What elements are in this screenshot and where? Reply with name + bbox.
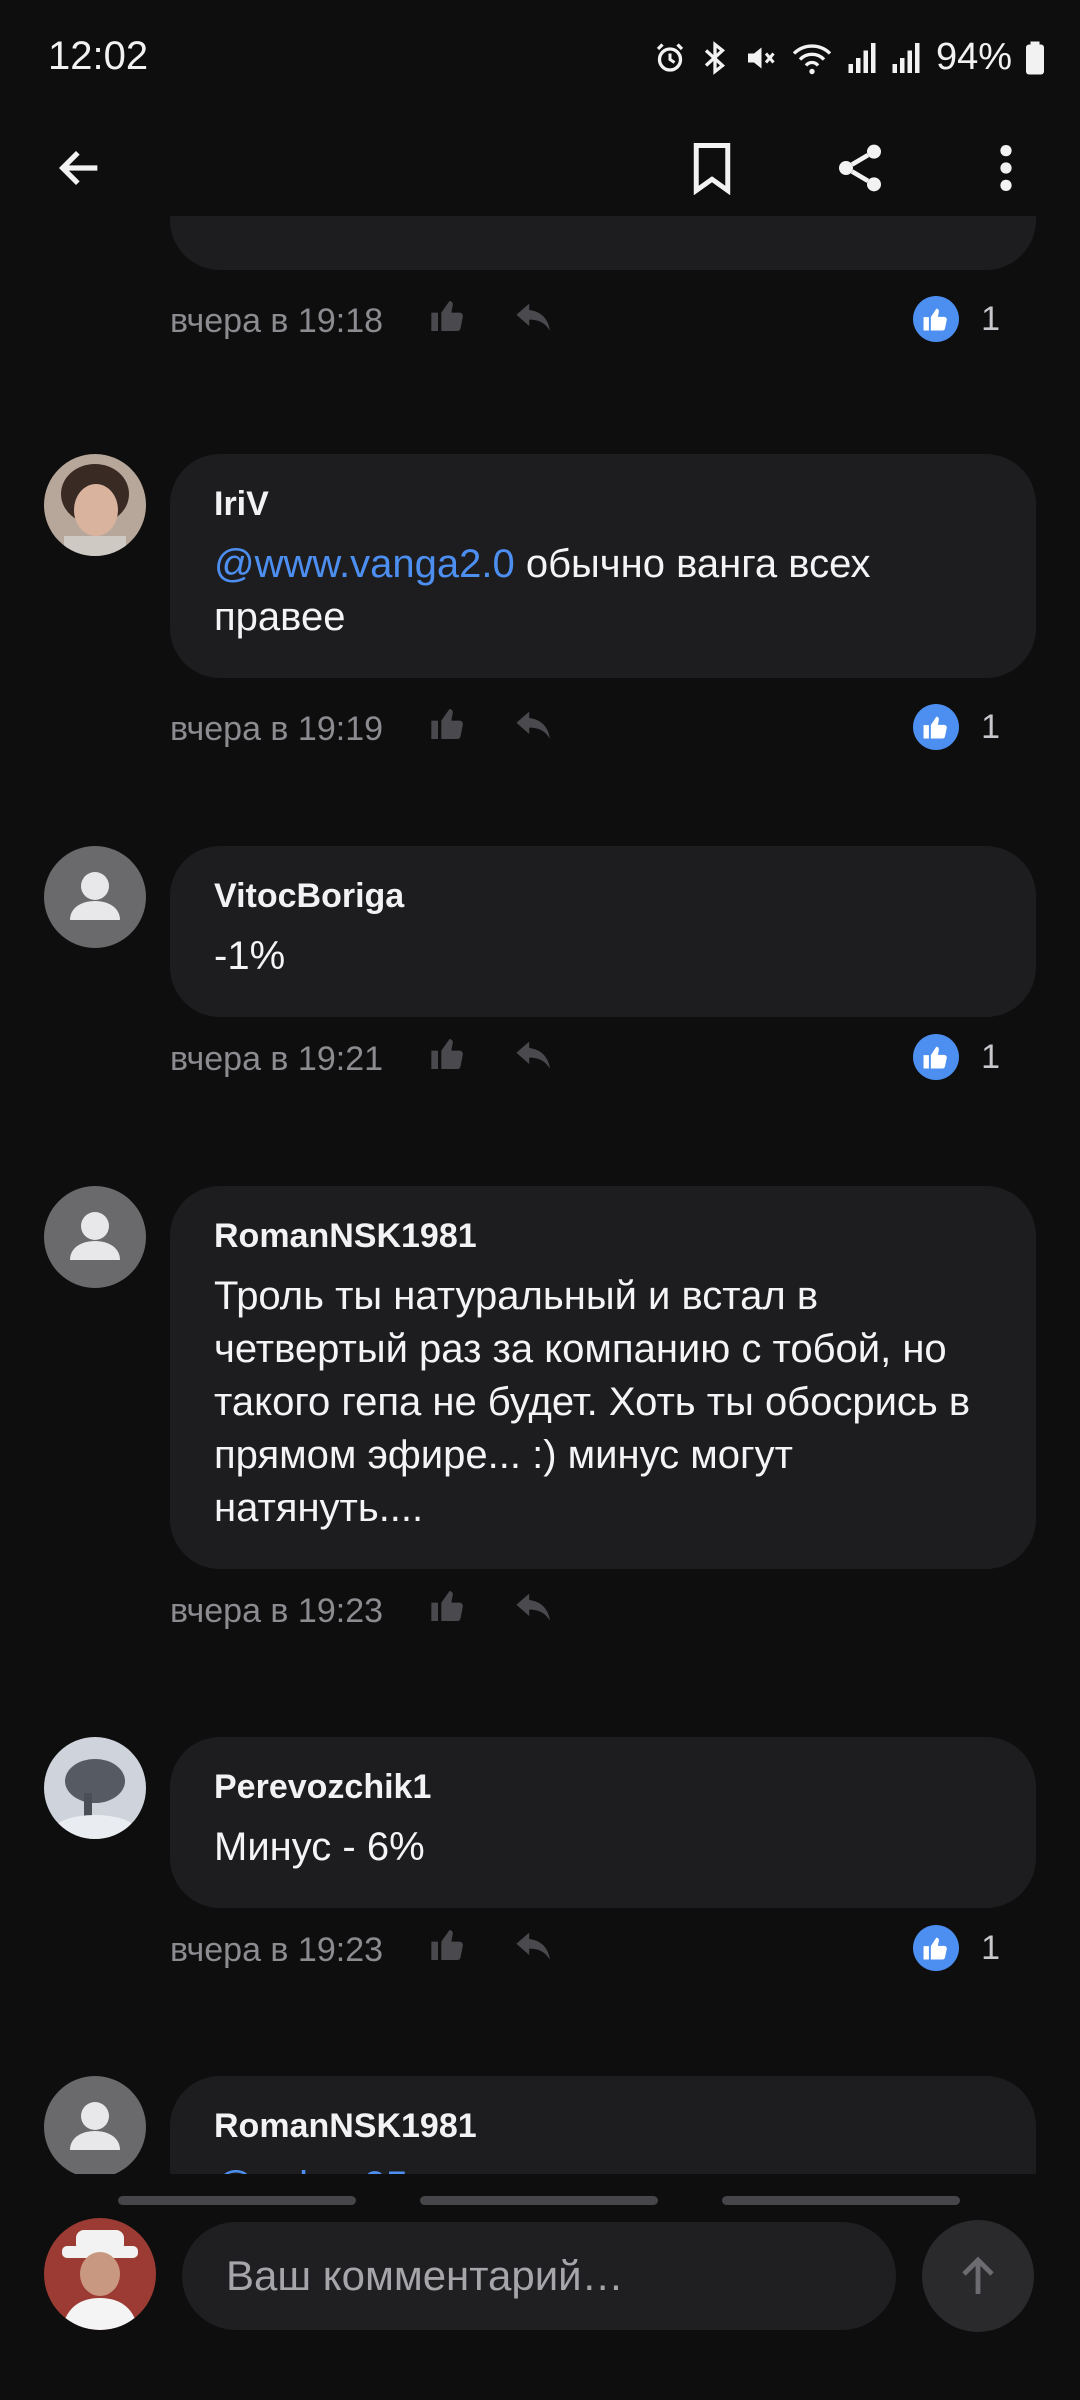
comment-meta: вчера в 19:19 1 bbox=[170, 700, 1000, 760]
comment-meta: вчера в 19:23 1 bbox=[170, 1921, 1000, 1981]
reply-icon bbox=[516, 1041, 550, 1069]
battery-percent: 94% bbox=[935, 36, 1012, 78]
comment-input[interactable]: Ваш комментарий… bbox=[182, 2222, 896, 2330]
arrow-up-icon bbox=[962, 2256, 994, 2294]
like-badge-icon bbox=[913, 704, 960, 750]
comment-text: Троль ты натуральный и встал в четвертый… bbox=[214, 1274, 971, 1530]
nav-gesture-bar[interactable] bbox=[420, 2196, 658, 2205]
mute-icon bbox=[742, 40, 778, 76]
likes-counter: 1 bbox=[913, 296, 1000, 342]
thumbs-up-icon bbox=[431, 1930, 463, 1961]
comment-time: вчера в 19:21 bbox=[170, 1040, 384, 1078]
likes-count: 1 bbox=[981, 299, 1000, 338]
like-button[interactable] bbox=[428, 1925, 468, 1970]
comments-list[interactable]: вчера в 19:18 1 IriV @www.vanga2.0 обычн… bbox=[0, 216, 1080, 2174]
comment-meta: вчера в 19:23 bbox=[170, 1582, 1000, 1642]
comment-meta: вчера в 19:21 1 bbox=[170, 1030, 1000, 1090]
comment-text: -1% bbox=[214, 934, 286, 978]
battery-icon bbox=[1024, 40, 1046, 76]
likes-count: 1 bbox=[981, 1928, 1000, 1967]
avatar[interactable] bbox=[44, 846, 146, 948]
reply-button[interactable] bbox=[514, 710, 554, 747]
more-button[interactable] bbox=[970, 132, 1042, 204]
mention-link[interactable]: @www.vanga2.0 bbox=[214, 542, 515, 586]
likes-count: 1 bbox=[981, 707, 1000, 746]
comment-input-bar: Ваш комментарий… bbox=[0, 2174, 1080, 2400]
nav-gesture-bar[interactable] bbox=[118, 2196, 356, 2205]
comment-bubble: IriV @www.vanga2.0 обычно ванга всех пра… bbox=[170, 454, 1036, 678]
comment-author[interactable]: RomanNSK1981 bbox=[214, 1216, 992, 1256]
bookmark-button[interactable] bbox=[676, 132, 748, 204]
comment-time: вчера в 19:19 bbox=[170, 710, 384, 748]
reply-button[interactable] bbox=[514, 302, 554, 339]
comment-text: @www.vanga2.0 обычно ванга всех правее bbox=[214, 538, 992, 644]
status-time: 12:02 bbox=[48, 34, 149, 78]
avatar[interactable] bbox=[44, 1186, 146, 1288]
reply-icon bbox=[516, 303, 550, 331]
top-toolbar bbox=[0, 118, 1080, 216]
comment-time: вчера в 19:18 bbox=[170, 302, 384, 340]
like-badge-icon bbox=[913, 1925, 960, 1971]
reply-button[interactable] bbox=[514, 1592, 554, 1629]
comment-author[interactable]: VitocBoriga bbox=[214, 876, 992, 916]
my-avatar[interactable] bbox=[44, 2218, 156, 2330]
likes-counter: 1 bbox=[913, 1034, 1000, 1080]
comment-author[interactable]: Perevozchik1 bbox=[214, 1767, 992, 1807]
status-bar: 12:02 94% bbox=[0, 0, 1080, 118]
like-button[interactable] bbox=[428, 1034, 468, 1079]
reply-icon bbox=[516, 1932, 550, 1960]
likes-counter: 1 bbox=[913, 1925, 1000, 1971]
thumbs-up-icon bbox=[431, 709, 463, 740]
thumbs-up-icon bbox=[431, 1591, 463, 1622]
send-button[interactable] bbox=[922, 2220, 1034, 2332]
bluetooth-icon bbox=[700, 40, 730, 76]
comment-bubble bbox=[170, 216, 1036, 270]
comment-author[interactable]: RomanNSK1981 bbox=[214, 2106, 992, 2146]
more-vertical-icon bbox=[1000, 145, 1012, 191]
thumbs-up-icon bbox=[431, 301, 463, 332]
wifi-icon bbox=[790, 40, 834, 76]
like-button[interactable] bbox=[428, 704, 468, 749]
avatar[interactable] bbox=[44, 2076, 146, 2174]
reply-icon bbox=[516, 711, 550, 739]
arrow-left-icon bbox=[58, 150, 98, 186]
avatar[interactable] bbox=[44, 1737, 146, 1839]
like-badge-icon bbox=[913, 296, 960, 342]
likes-counter: 1 bbox=[913, 704, 1000, 750]
comment-bubble: Perevozchik1 Минус - 6% bbox=[170, 1737, 1036, 1908]
status-icons: 94% bbox=[652, 36, 1046, 79]
like-button[interactable] bbox=[428, 1586, 468, 1631]
comment-text: Минус - 6% bbox=[214, 1825, 425, 1869]
user-placeholder-icon bbox=[70, 2102, 120, 2150]
bookmark-icon bbox=[693, 143, 731, 195]
comment-bubble: RomanNSK1981 @golum25 перепадоры... bbox=[170, 2076, 1036, 2174]
nav-gesture-bar[interactable] bbox=[722, 2196, 960, 2205]
user-placeholder-icon bbox=[70, 1212, 120, 1260]
comment-bubble: VitocBoriga -1% bbox=[170, 846, 1036, 1017]
comment-time: вчера в 19:23 bbox=[170, 1931, 384, 1969]
like-badge-icon bbox=[913, 1034, 960, 1080]
like-button[interactable] bbox=[428, 296, 468, 341]
share-button[interactable] bbox=[824, 132, 896, 204]
comment-author[interactable]: IriV bbox=[214, 484, 992, 524]
comment-bubble: RomanNSK1981 Троль ты натуральный и вста… bbox=[170, 1186, 1036, 1569]
user-placeholder-icon bbox=[70, 872, 120, 920]
comment-text: @golum25 перепадоры... bbox=[214, 2160, 992, 2174]
reply-button[interactable] bbox=[514, 1040, 554, 1077]
reply-button[interactable] bbox=[514, 1931, 554, 1968]
mention-link[interactable]: @golum25 bbox=[214, 2164, 408, 2174]
avatar[interactable] bbox=[44, 454, 146, 556]
comment-time: вчера в 19:23 bbox=[170, 1592, 384, 1630]
reply-icon bbox=[516, 1593, 550, 1621]
signal-icon bbox=[846, 40, 878, 76]
signal-icon bbox=[890, 40, 922, 76]
comment-body: перепадоры... bbox=[408, 2164, 681, 2174]
share-icon bbox=[839, 144, 881, 192]
alarm-icon bbox=[652, 40, 688, 76]
thumbs-up-icon bbox=[431, 1039, 463, 1070]
comment-meta: вчера в 19:18 1 bbox=[170, 292, 1000, 352]
back-button[interactable] bbox=[44, 132, 116, 204]
likes-count: 1 bbox=[981, 1037, 1000, 1076]
